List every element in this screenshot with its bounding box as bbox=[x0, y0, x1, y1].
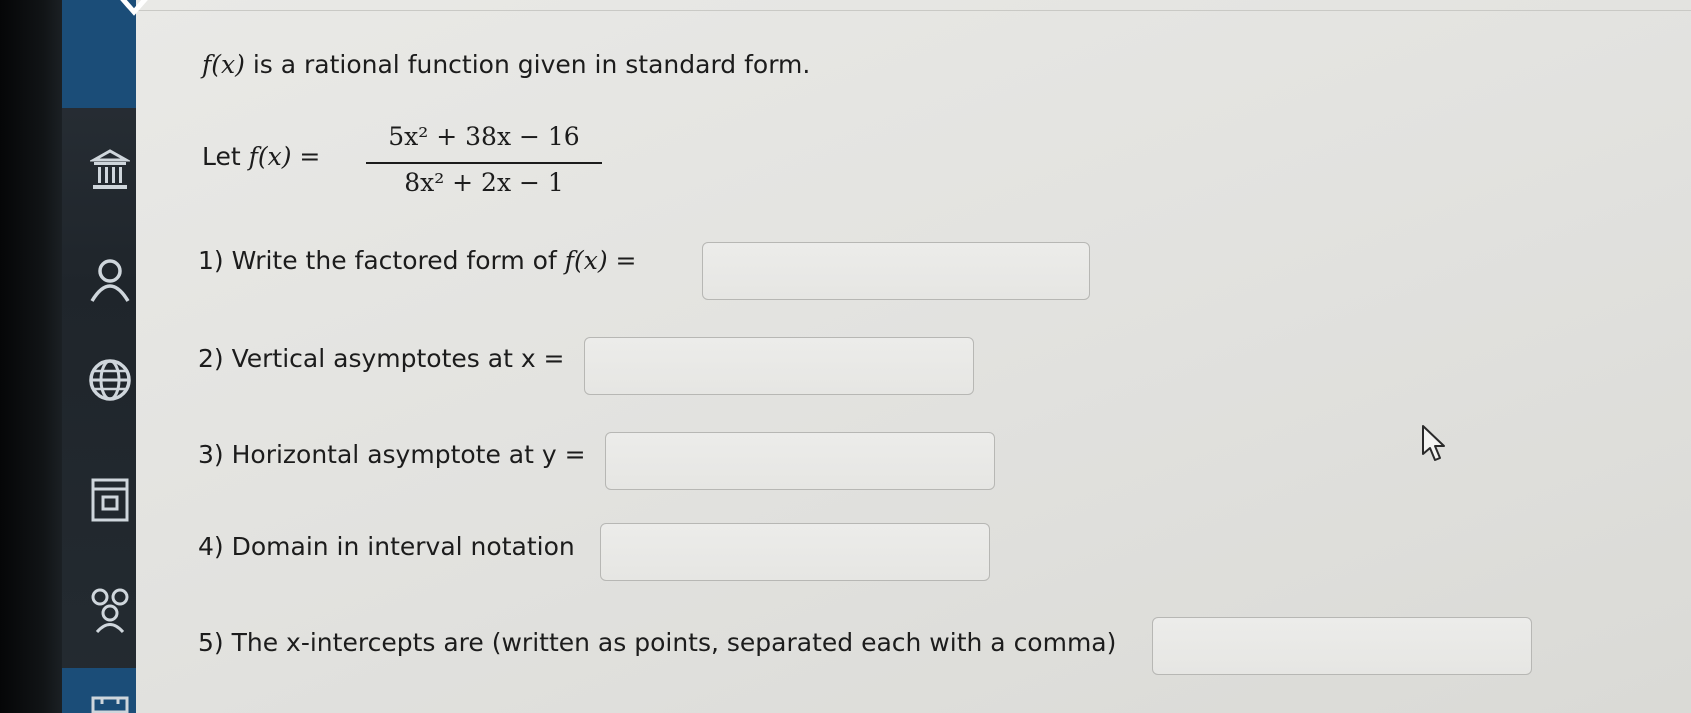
mouse-pointer bbox=[1421, 424, 1447, 464]
divider bbox=[136, 10, 1691, 11]
sidebar-item-profile[interactable] bbox=[84, 256, 136, 308]
domain-input[interactable] bbox=[600, 523, 990, 581]
let-label: Let bbox=[202, 142, 241, 171]
group-icon bbox=[87, 587, 133, 637]
numerator: 5x² + 38x − 16 bbox=[388, 122, 580, 151]
question-5-label: 5) The x-intercepts are (written as poin… bbox=[198, 628, 1117, 657]
fraction-bar bbox=[366, 162, 602, 164]
close-icon bbox=[114, 0, 154, 28]
institution-icon bbox=[88, 148, 132, 196]
factored-form-input[interactable] bbox=[702, 242, 1090, 300]
intro-statement: f(x) is a rational function given in sta… bbox=[202, 50, 810, 79]
inbox-icon bbox=[90, 694, 130, 713]
x-intercepts-input[interactable] bbox=[1152, 617, 1532, 675]
sidebar-item-groups[interactable] bbox=[84, 586, 136, 638]
question-4-label: 4) Domain in interval notation bbox=[198, 532, 575, 561]
definition-function-symbol: f(x) = bbox=[248, 142, 321, 171]
function-definition-label: Let f(x) = bbox=[202, 142, 320, 171]
sidebar-item-account[interactable] bbox=[84, 146, 136, 198]
intro-function-symbol: f(x) bbox=[202, 50, 245, 79]
close-button[interactable] bbox=[104, 0, 164, 32]
question-3-label: 3) Horizontal asymptote at y = bbox=[198, 440, 586, 469]
intro-text: is a rational function given in standard… bbox=[252, 50, 811, 79]
device-bezel bbox=[0, 0, 62, 713]
sidebar-item-inbox[interactable] bbox=[84, 680, 136, 713]
denominator: 8x² + 2x − 1 bbox=[404, 168, 564, 197]
question-1-function-symbol: f(x) = bbox=[564, 246, 637, 275]
vertical-asymptotes-input[interactable] bbox=[584, 337, 974, 395]
calendar-icon bbox=[90, 477, 130, 527]
user-icon bbox=[89, 257, 131, 307]
question-1-label: 1) Write the factored form of f(x) = bbox=[198, 246, 636, 275]
rational-function-fraction: 5x² + 38x − 16 8x² + 2x − 1 bbox=[362, 118, 606, 208]
globe-icon bbox=[88, 358, 132, 406]
question-2-label: 2) Vertical asymptotes at x = bbox=[198, 344, 565, 373]
question-1-text: 1) Write the factored form of bbox=[198, 246, 557, 275]
horizontal-asymptote-input[interactable] bbox=[605, 432, 995, 490]
sidebar-item-courses[interactable] bbox=[84, 356, 136, 408]
sidebar-item-calendar[interactable] bbox=[84, 476, 136, 528]
